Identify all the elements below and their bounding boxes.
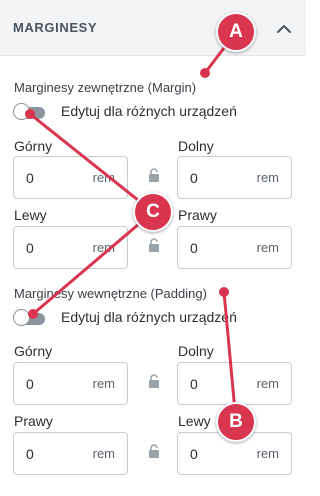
input-unit: rem [92, 240, 115, 255]
margin-left-input[interactable]: 0 rem [13, 226, 128, 269]
unlock-icon[interactable] [148, 444, 160, 458]
callout-badge-b: B [216, 402, 256, 442]
toggle-knob [13, 309, 30, 326]
callout-dot-b [219, 287, 229, 297]
input-unit: rem [256, 376, 279, 391]
input-value: 0 [190, 446, 198, 462]
margin-device-toggle[interactable] [13, 103, 47, 120]
margin-top-label: Górny [14, 138, 53, 154]
margin-bottom-input[interactable]: 0 rem [177, 156, 292, 199]
input-unit: rem [256, 446, 279, 461]
callout-badge-a: A [216, 12, 256, 52]
padding-toggle-label: Edytuj dla różnych urządzeń [61, 309, 237, 325]
input-value: 0 [190, 170, 198, 186]
margin-toggle-label: Edytuj dla różnych urządzeń [61, 103, 237, 119]
margin-bottom-label: Dolny [178, 138, 214, 154]
input-unit: rem [256, 170, 279, 185]
callout-badge-c: C [133, 192, 173, 232]
padding-right-label: Prawy [14, 413, 53, 429]
input-value: 0 [190, 240, 198, 256]
input-value: 0 [190, 376, 198, 392]
input-unit: rem [92, 446, 115, 461]
margin-right-input[interactable]: 0 rem [177, 226, 292, 269]
input-value: 0 [26, 240, 34, 256]
padding-top-input[interactable]: 0 rem [13, 362, 128, 405]
padding-left-label: Lewy [178, 413, 211, 429]
padding-right-input[interactable]: 0 rem [13, 432, 128, 475]
margin-right-label: Prawy [178, 207, 217, 223]
chevron-up-icon[interactable] [272, 18, 296, 40]
input-value: 0 [26, 446, 34, 462]
toggle-knob [13, 103, 30, 120]
section-header[interactable]: MARGINESY [0, 0, 306, 56]
margin-left-label: Lewy [14, 207, 47, 223]
unlock-icon[interactable] [148, 238, 160, 252]
padding-bottom-label: Dolny [178, 343, 214, 359]
unlock-icon[interactable] [148, 168, 160, 182]
input-unit: rem [92, 170, 115, 185]
input-unit: rem [256, 240, 279, 255]
section-title: MARGINESY [13, 20, 98, 35]
padding-device-toggle[interactable] [13, 309, 47, 326]
callout-dot-a [200, 68, 210, 78]
input-unit: rem [92, 376, 115, 391]
padding-top-label: Górny [14, 343, 53, 359]
padding-bottom-input[interactable]: 0 rem [177, 362, 292, 405]
input-value: 0 [26, 376, 34, 392]
unlock-icon[interactable] [148, 374, 160, 388]
padding-title: Marginesy wewnętrzne (Padding) [14, 286, 207, 301]
input-value: 0 [26, 170, 34, 186]
margin-title: Marginesy zewnętrzne (Margin) [14, 80, 197, 95]
margin-top-input[interactable]: 0 rem [13, 156, 128, 199]
